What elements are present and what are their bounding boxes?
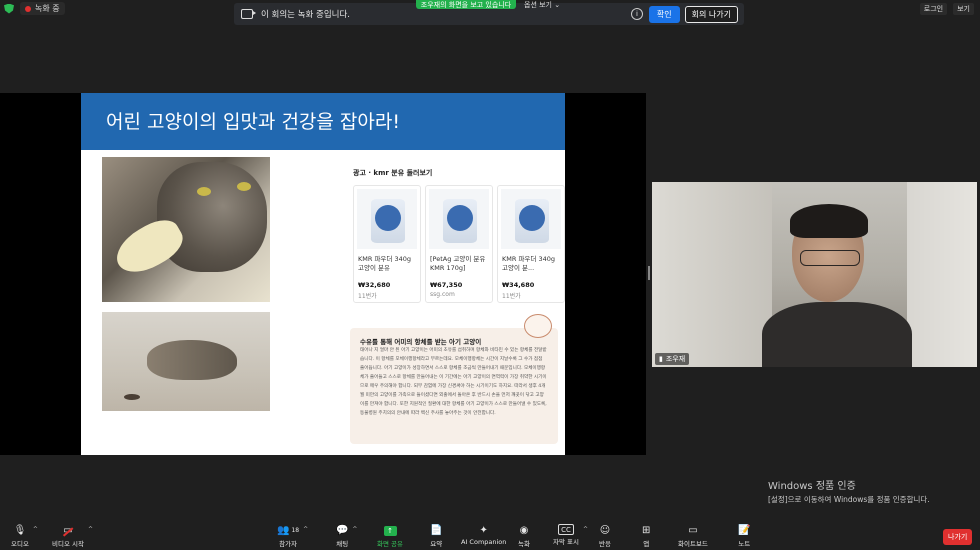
product-card[interactable]: KMR 파우더 340g 고양이 분유 ₩32,680 11번가 (353, 185, 421, 303)
video-label: 비디오 시작 (52, 540, 84, 548)
summary-button[interactable]: 📄 요약 (430, 524, 442, 548)
leave-meeting-button[interactable]: 회의 나가기 (684, 5, 738, 23)
recording-badge[interactable]: 녹화 중 (20, 2, 65, 15)
activation-subtitle: [설정]으로 이동하여 Windows를 정품 인증합니다. (768, 495, 930, 504)
participants-button[interactable]: 👥 18 참가자 ^ (277, 524, 308, 548)
audio-button[interactable]: 🎙 오디오 ^ (11, 524, 38, 548)
whiteboard-label: 화이트보드 (678, 540, 708, 548)
whiteboard-button[interactable]: ▭ 화이트보드 (678, 524, 708, 548)
cat-licking-banana-photo (102, 157, 270, 302)
chevron-up-icon[interactable]: ^ (88, 526, 93, 533)
chat-icon: 💬 (336, 525, 349, 536)
chevron-up-icon[interactable]: ^ (303, 526, 308, 533)
product-card[interactable]: KMR 파우더 340g 고양이 분... ₩34,680 11번가 (497, 185, 565, 303)
reactions-label: 반응 (599, 540, 611, 548)
summary-label: 요약 (430, 540, 443, 548)
info-title: 수유를 통해 어미의 항체를 받는 아기 고양이 (360, 338, 482, 346)
notes-button[interactable]: 📝 노트 (738, 524, 750, 548)
video-button[interactable]: ▭ 비디오 시작 ^ (52, 524, 93, 548)
product-seller: 11번가 (358, 293, 377, 300)
participants-label: 참가자 (279, 540, 298, 548)
confirm-button[interactable]: 확인 (648, 5, 680, 23)
view-button[interactable]: 보기 (953, 3, 974, 15)
slide-title: 어린 고양이의 입맛과 건강을 잡아라! (106, 111, 400, 133)
microphone-icon: 🎙 (13, 525, 27, 536)
participant-name: 조우재 (665, 355, 686, 363)
notes-label: 노트 (738, 540, 751, 548)
captions-button[interactable]: CC 자막 표시 ^ (553, 524, 588, 546)
product-seller: 11번가 (502, 293, 521, 300)
apps-button[interactable]: ⊞ 앱 (642, 524, 650, 548)
apps-icon: ⊞ (642, 525, 651, 536)
summary-icon: 📄 (430, 525, 443, 536)
reaction-icon: ☺ (599, 525, 611, 536)
apps-label: 앱 (643, 540, 650, 548)
ai-companion-button[interactable]: ✦ AI Companion (461, 524, 506, 546)
info-box: 수유를 통해 어미의 항체를 받는 아기 고양이 태어나 지 얼마 안 된 아기… (350, 314, 558, 444)
record-icon: ◉ (519, 525, 529, 536)
meeting-toolbar: 🎙 오디오 ^ ▭ 비디오 시작 ^ 👥18 참가자 ^ 💬 채팅 ^ ↑ 화면… (0, 522, 980, 550)
captions-label: 자막 표시 (553, 538, 579, 546)
shared-screen: 어린 고양이의 입맛과 건강을 잡아라! 광고 · kmr 분유 둘러보기 KM… (0, 93, 646, 455)
product-price: ₩32,680 (358, 281, 391, 289)
record-button[interactable]: ◉ 녹화 (518, 524, 530, 548)
split-resize-handle[interactable] (648, 266, 650, 280)
product-card[interactable]: [PetAg 고양이 분유 KMR 170g] ₩67,350 ssg.com (425, 185, 493, 303)
cat-doodle-icon (524, 314, 552, 338)
product-name: [PetAg 고양이 분유 KMR 170g] (430, 255, 486, 273)
reactions-button[interactable]: ☺ 반응 (599, 524, 611, 548)
participant-video[interactable]: ▮ 조우재 (652, 182, 977, 367)
chevron-up-icon[interactable]: ^ (33, 526, 38, 533)
chevron-up-icon[interactable]: ^ (352, 526, 357, 533)
share-screen-icon: ↑ (383, 525, 397, 536)
captions-icon: CC (558, 524, 574, 535)
product-price: ₩67,350 (430, 281, 463, 289)
top-right-controls: 로그인 보기 (919, 3, 974, 15)
info-body: 태어나 지 얼마 안 된 아기 고양이는 어미의 초유를 섭취하며 항체와 비타… (360, 348, 547, 416)
participants-count: 18 (291, 527, 300, 534)
chevron-up-icon[interactable]: ^ (583, 526, 588, 533)
product-name: KMR 파우더 340g 고양이 분유 (358, 255, 411, 273)
product-price: ₩34,680 (502, 281, 535, 289)
windows-activation-watermark: Windows 정품 인증 [설정]으로 이동하여 Windows를 정품 인증… (768, 477, 930, 505)
sparkle-icon: ✦ (479, 525, 488, 536)
viewing-share-banner: 조우재의 화면을 보고 있습니다 (416, 0, 516, 9)
audio-label: 오디오 (11, 540, 29, 548)
cat-with-bird-photo (102, 312, 270, 411)
product-seller: ssg.com (430, 291, 455, 298)
share-screen-button[interactable]: ↑ 화면 공유 (377, 524, 403, 548)
leave-button[interactable]: 나가기 (943, 529, 973, 545)
chat-button[interactable]: 💬 채팅 ^ (336, 524, 357, 548)
product-name: KMR 파우더 340g 고양이 분... (502, 255, 555, 273)
video-off-icon: ▭ (62, 524, 74, 537)
ai-label: AI Companion (461, 538, 507, 546)
login-button[interactable]: 로그인 (919, 3, 948, 15)
whiteboard-icon: ▭ (688, 525, 698, 536)
view-options-label: 옵션 보기 (524, 1, 552, 9)
signal-icon: ▮ (659, 355, 663, 363)
slide-header: 어린 고양이의 입맛과 건강을 잡아라! (81, 93, 565, 150)
recording-indicator: 녹화 중 (4, 2, 65, 15)
share-label: 화면 공유 (377, 540, 403, 548)
participant-name-tag: ▮ 조우재 (655, 353, 690, 365)
notes-icon: 📝 (738, 525, 751, 536)
participants-icon: 👥 18 (277, 525, 300, 536)
notice-message: 이 회의는 녹화 중입니다. (261, 10, 351, 20)
recording-camera-icon (241, 9, 256, 19)
shield-icon (4, 3, 14, 14)
activation-title: Windows 정품 인증 (768, 481, 856, 492)
ad-label: 광고 · kmr 분유 둘러보기 (353, 169, 433, 177)
record-label: 녹화 (518, 540, 530, 548)
view-options-menu[interactable]: 옵션 보기 ⌄ (524, 0, 560, 10)
presentation-slide: 어린 고양이의 입맛과 건강을 잡아라! 광고 · kmr 분유 둘러보기 KM… (81, 93, 565, 455)
recording-label: 녹화 중 (35, 4, 60, 13)
chat-label: 채팅 (336, 540, 349, 548)
record-dot-icon (25, 5, 31, 12)
info-icon[interactable]: i (630, 8, 643, 20)
